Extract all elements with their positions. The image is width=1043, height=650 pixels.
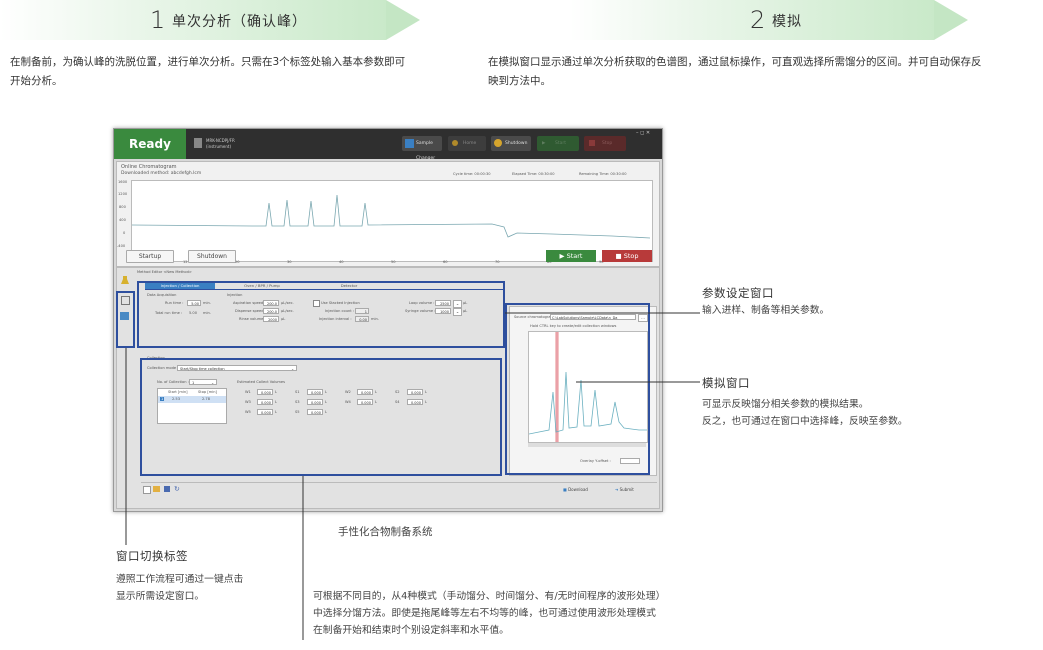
downloaded-method: Downloaded method: abcdefgh.lcm (121, 171, 202, 176)
stop-icon (589, 140, 595, 146)
startup-button[interactable]: Startup (126, 250, 174, 263)
refresh-icon[interactable]: ↻ (174, 485, 180, 493)
switch-tab-title: 窗口切换标签 (116, 549, 188, 563)
folder-icon[interactable] (153, 486, 160, 492)
stop-icon: ■ (615, 252, 624, 260)
step2-banner: 2 模拟 (570, 0, 968, 40)
x-tick: 50 (391, 260, 396, 264)
start-button[interactable]: ▶ Start (546, 250, 596, 262)
sample-changer-icon (405, 139, 414, 148)
custom-system-label: 手性化合物制备系统 (338, 526, 433, 538)
step2-title: 模拟 (772, 14, 802, 30)
step1-banner: 1 单次分析（确认峰） (0, 0, 420, 40)
play-icon: ▶ (542, 141, 546, 146)
y-tick: -400 (117, 244, 126, 248)
play-icon: ▶ (559, 252, 567, 260)
stop-button[interactable]: ■ Stop (602, 250, 652, 262)
instrument-icon (194, 138, 202, 148)
switch-tab-text-line: 遵照工作流程可通过一键点击 (116, 574, 244, 585)
instrument-type: (instrument) (206, 144, 232, 149)
param-window-title: 参数设定窗口 (702, 286, 774, 300)
sim-window-title: 模拟窗口 (702, 376, 750, 390)
bottom-toolbar: ↻ ■ Download ➜ Submit (141, 482, 657, 495)
x-tick: 60 (443, 260, 448, 264)
flask-tab-icon[interactable] (120, 270, 130, 284)
moon-icon (494, 139, 502, 147)
mode-description-line: 在制备开始和结束时个别设定斜率和水平值。 (313, 625, 509, 636)
chromatogram-y-axis: 1600 1200 800 400 0 -400 (117, 180, 131, 260)
param-window-text: 输入进样、制备等相关参数。 (702, 305, 830, 316)
y-tick: 400 (119, 218, 126, 222)
method-editor-title: Method Editor <New Method> (137, 270, 192, 274)
x-tick: 40 (339, 260, 344, 264)
sim-window-text-line: 可显示反映馏分相关参数的模拟结果。 (702, 399, 869, 410)
mode-description: 可根据不同目的，从4种模式（手动馏分、时间馏分、有/无时间程序的波形处理） 中选… (313, 588, 665, 639)
y-tick: 1600 (118, 180, 128, 184)
step1-description-line: 开始分析。 (10, 75, 63, 87)
y-tick: 800 (119, 205, 126, 209)
sample-changer-button[interactable]: Sample Changer (402, 136, 442, 161)
switch-tab-text: 遵照工作流程可通过一键点击 显示所需设定窗口。 (116, 571, 243, 605)
save-icon[interactable] (164, 486, 170, 492)
step2-description: 在模拟窗口显示通过单次分析获取的色谱图，通过鼠标操作，可直观选择所需馏分的区间。… (488, 53, 1043, 91)
step2-description-line: 映到方法中。 (488, 75, 551, 87)
switch-tab-text-line: 显示所需设定窗口。 (116, 591, 205, 602)
shutdown-top-button[interactable]: Shutdown (491, 136, 531, 151)
step1-description-line: 在制备前，为确认峰的洗脱位置，进行单次分析。只需在3个标签处输入基本参数即可 (10, 56, 406, 68)
chromatogram-trace (132, 194, 651, 239)
step1-arrow-tip (386, 0, 420, 40)
sim-window-text: 可显示反映馏分相关参数的模拟结果。 反之，也可通过在窗口中选择峰，反映至参数。 (702, 396, 908, 430)
mode-description-line: 中选择分馏方法。即使是拖尾峰等左右不均等的峰，也可通过使用波形处理模式 (313, 608, 656, 619)
parameter-window-highlight (137, 281, 505, 348)
cycle-time: Cycle time: 00:00:30 (453, 172, 491, 176)
stop-top-button[interactable]: Stop (584, 136, 626, 151)
step2-description-line: 在模拟窗口显示通过单次分析获取的色谱图，通过鼠标操作，可直观选择所需馏分的区间。… (488, 56, 982, 68)
step1-description: 在制备前，为确认峰的洗脱位置，进行单次分析。只需在3个标签处输入基本参数即可 开… (10, 53, 480, 91)
home-button[interactable]: Home (448, 136, 486, 151)
sim-window-text-line: 反之，也可通过在窗口中选择峰，反映至参数。 (702, 416, 908, 427)
y-tick: 0 (123, 231, 126, 235)
x-tick: 70 (495, 260, 500, 264)
step1-title: 单次分析（确认峰） (172, 14, 307, 30)
step2-arrow-tip (934, 0, 968, 40)
y-tick: 1200 (118, 192, 128, 196)
step1-number: 1 (150, 6, 166, 34)
step2-number: 2 (750, 6, 766, 34)
instrument-name: MRK-NCDPJ/FR (206, 138, 235, 143)
download-button[interactable]: ■ Download (563, 486, 607, 494)
x-tick: 12 (183, 260, 188, 264)
new-file-icon[interactable] (143, 486, 151, 494)
submit-button[interactable]: ➜ Submit (615, 486, 651, 494)
remaining-time: Remaining Time: 00:30:00 (579, 172, 627, 176)
collection-highlight (140, 358, 502, 476)
start-top-button[interactable]: ▶ Start (537, 136, 579, 151)
mode-description-line: 可根据不同目的，从4种模式（手动馏分、时间馏分、有/无时间程序的波形处理） (313, 591, 666, 602)
x-tick: 30 (287, 260, 292, 264)
window-controls-icon[interactable]: – ◻ ✕ (636, 130, 650, 136)
status-ready: Ready (114, 129, 186, 159)
elapsed-time: Elapsed Time: 00:30:00 (512, 172, 555, 176)
chromatogram-title: Online Chromatogram (121, 164, 177, 170)
home-icon (452, 140, 458, 146)
switch-tabs-highlight (116, 291, 135, 348)
top-toolbar: Ready MRK-NCDPJ/FR (instrument) Sample C… (114, 129, 662, 161)
simulation-window-highlight (505, 303, 650, 475)
shutdown-button[interactable]: Shutdown (188, 250, 236, 263)
